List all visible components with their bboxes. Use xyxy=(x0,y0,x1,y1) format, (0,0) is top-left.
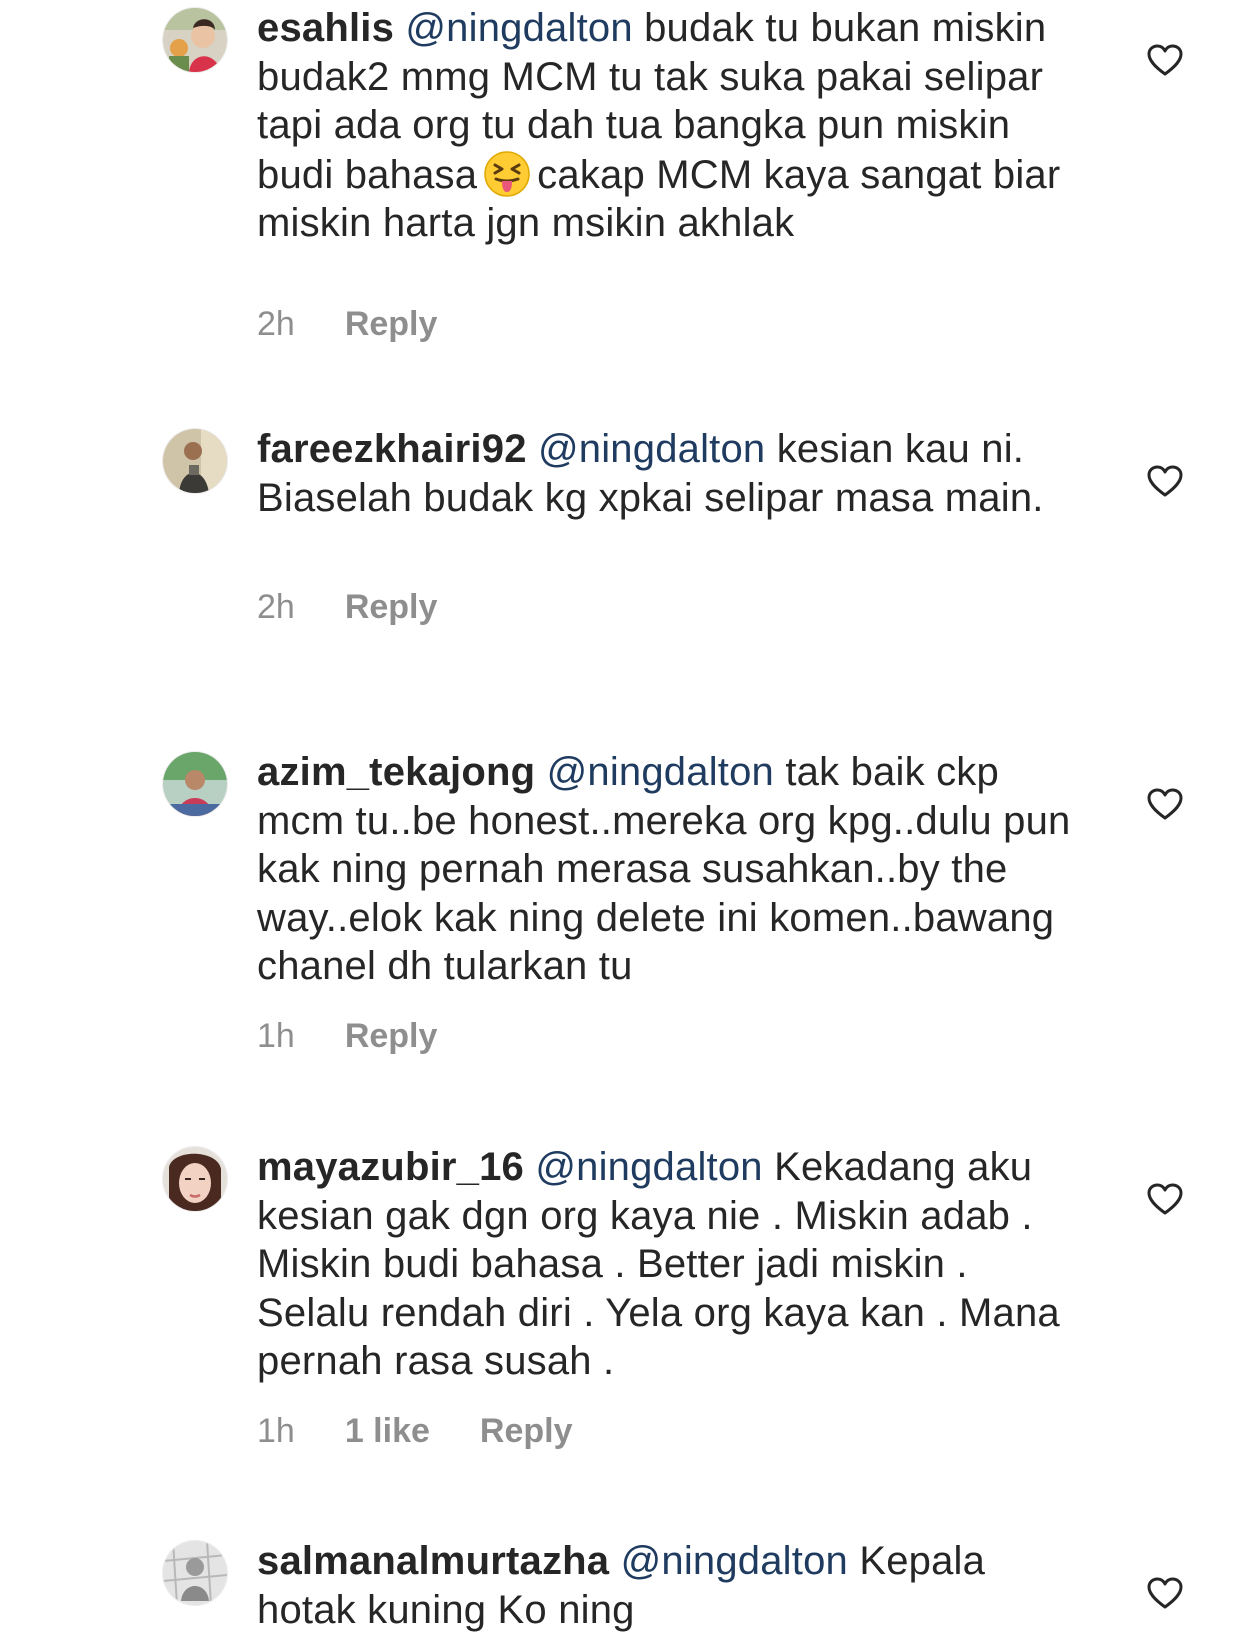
avatar[interactable] xyxy=(163,1541,227,1605)
comment-meta: 2h Reply xyxy=(257,587,437,627)
heart-outline-icon xyxy=(1147,1183,1183,1215)
heart-outline-icon xyxy=(1147,44,1183,76)
like-count-button[interactable]: 1 like xyxy=(345,1411,430,1451)
like-button[interactable] xyxy=(1146,464,1184,498)
comment-username[interactable]: salmanalmurtazha xyxy=(257,1539,609,1583)
comment-timestamp: 1h xyxy=(257,1017,295,1055)
reply-button[interactable]: Reply xyxy=(345,587,438,627)
comment-text: azim_tekajong @ningdalton tak baik ckp m… xyxy=(257,748,1087,991)
like-button[interactable] xyxy=(1146,1182,1184,1216)
comment-meta: 2h Reply xyxy=(257,304,437,344)
comment-text: salmanalmurtazha @ningdalton Kepala hota… xyxy=(257,1537,1087,1634)
like-button[interactable] xyxy=(1146,43,1184,77)
comment-username[interactable]: esahlis xyxy=(257,6,394,50)
avatar[interactable] xyxy=(163,8,227,72)
comment-mention[interactable]: @ningdalton xyxy=(405,6,632,50)
like-button[interactable] xyxy=(1146,1576,1184,1610)
avatar[interactable] xyxy=(163,752,227,816)
comment-mention[interactable]: @ningdalton xyxy=(535,1145,762,1189)
reply-button[interactable]: Reply xyxy=(345,1016,438,1056)
heart-outline-icon xyxy=(1147,788,1183,820)
like-button[interactable] xyxy=(1146,787,1184,821)
comment-mention[interactable]: @ningdalton xyxy=(621,1539,848,1583)
comment-text: fareezkhairi92 @ningdalton kesian kau ni… xyxy=(257,425,1087,522)
comment-text: mayazubir_16 @ningdalton Kekadang aku ke… xyxy=(257,1143,1087,1386)
comment-username[interactable]: mayazubir_16 xyxy=(257,1145,524,1189)
comment-mention[interactable]: @ningdalton xyxy=(547,750,774,794)
comment-text: esahlis @ningdalton budak tu bukan miski… xyxy=(257,4,1087,248)
comment-username[interactable]: fareezkhairi92 xyxy=(257,427,527,471)
reply-button[interactable]: Reply xyxy=(480,1411,573,1451)
comment-timestamp: 2h xyxy=(257,305,295,343)
comment-username[interactable]: azim_tekajong xyxy=(257,750,535,794)
comment-mention[interactable]: @ningdalton xyxy=(538,427,765,471)
avatar[interactable] xyxy=(163,1147,227,1211)
heart-outline-icon xyxy=(1147,465,1183,497)
heart-outline-icon xyxy=(1147,1577,1183,1609)
squinting-tongue-emoji-icon xyxy=(483,150,531,198)
comment-timestamp: 2h xyxy=(257,588,295,626)
comment-timestamp: 1h xyxy=(257,1412,295,1450)
reply-button[interactable]: Reply xyxy=(345,304,438,344)
comment-meta: 1h 1 like Reply xyxy=(257,1411,573,1451)
comment-meta: 1h Reply xyxy=(257,1016,437,1056)
avatar[interactable] xyxy=(163,429,227,493)
